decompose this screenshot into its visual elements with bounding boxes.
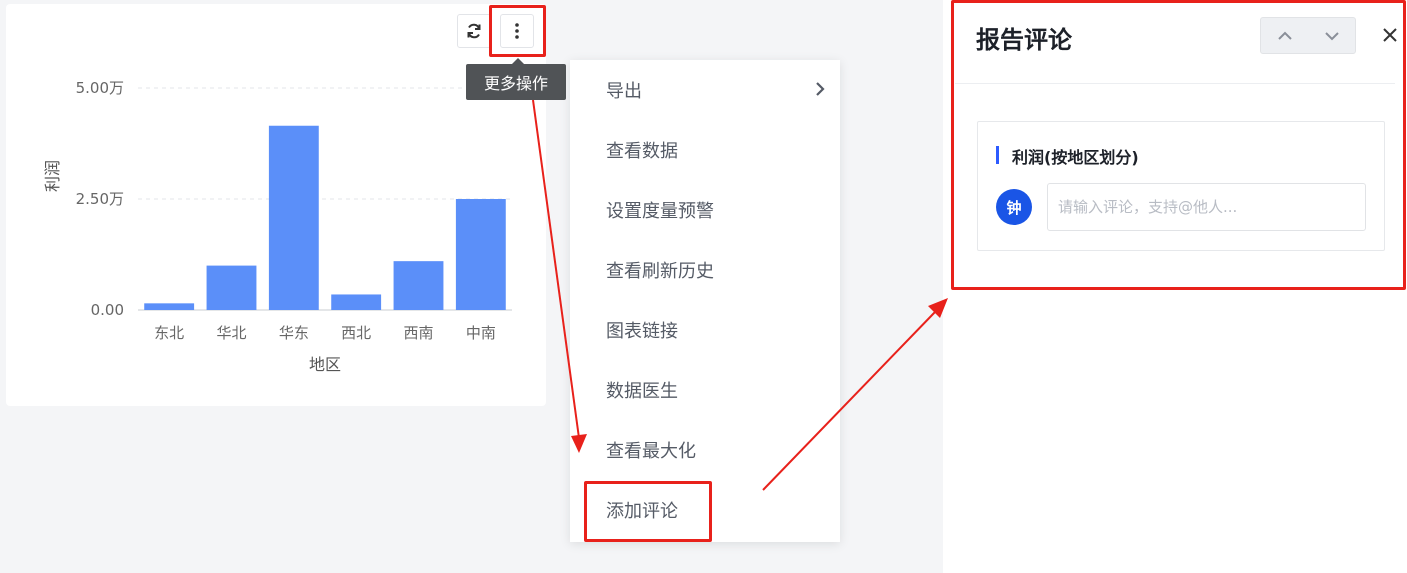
bar-4 — [393, 261, 444, 310]
more-actions-menu: 导出 查看数据 设置度量预警 查看刷新历史 图表链接 数据医生 查看最大化 添加… — [570, 60, 840, 542]
y-tick-label: 2.50万 — [76, 190, 124, 208]
bar-0 — [144, 303, 195, 310]
menu-item-view-data[interactable]: 查看数据 — [570, 120, 840, 180]
y-tick-label: 5.00万 — [76, 79, 124, 97]
chart-card: 0.00 2.50万 5.00万东北 华北 华东 西北 西南 中南地区 利润 — [6, 4, 546, 406]
menu-item-export[interactable]: 导出 — [570, 60, 840, 120]
bar-2 — [268, 125, 319, 311]
y-axis-title: 利润 — [43, 160, 62, 192]
more-actions-tooltip: 更多操作 — [466, 58, 566, 100]
bar-3 — [331, 294, 382, 310]
bar-chart: 0.00 2.50万 5.00万东北 华北 华东 西北 西南 中南地区 利润 — [43, 79, 512, 374]
refresh-icon — [467, 23, 481, 39]
highlight-more-button — [489, 5, 546, 57]
menu-item-label: 查看最大化 — [606, 441, 696, 462]
menu-item-label: 图表链接 — [606, 321, 678, 342]
y-tick-label: 0.00 — [91, 301, 124, 319]
x-axis-title: 地区 — [309, 355, 341, 374]
menu-item-refresh-history[interactable]: 查看刷新历史 — [570, 240, 840, 300]
menu-item-label: 查看刷新历史 — [606, 261, 714, 282]
menu-item-maximize[interactable]: 查看最大化 — [570, 420, 840, 480]
highlight-add-comment — [584, 481, 712, 542]
x-tick-label: 华东 — [279, 324, 309, 342]
menu-item-measure-alert[interactable]: 设置度量预警 — [570, 180, 840, 240]
menu-item-label: 设置度量预警 — [606, 201, 714, 222]
bar-5 — [455, 199, 506, 310]
x-tick-label: 东北 — [154, 324, 184, 342]
menu-item-label: 查看数据 — [606, 141, 678, 162]
chevron-right-icon — [816, 82, 825, 96]
x-tick-label: 西北 — [341, 324, 371, 342]
x-tick-label: 华北 — [216, 324, 246, 342]
refresh-button[interactable] — [457, 14, 491, 48]
x-tick-label: 中南 — [466, 324, 496, 342]
x-tick-label: 西南 — [403, 324, 433, 342]
menu-item-data-doctor[interactable]: 数据医生 — [570, 360, 840, 420]
menu-item-label: 数据医生 — [606, 381, 678, 402]
menu-item-label: 导出 — [606, 81, 642, 102]
bar-1 — [206, 265, 257, 310]
highlight-comment-panel — [951, 0, 1406, 290]
menu-item-chart-link[interactable]: 图表链接 — [570, 300, 840, 360]
